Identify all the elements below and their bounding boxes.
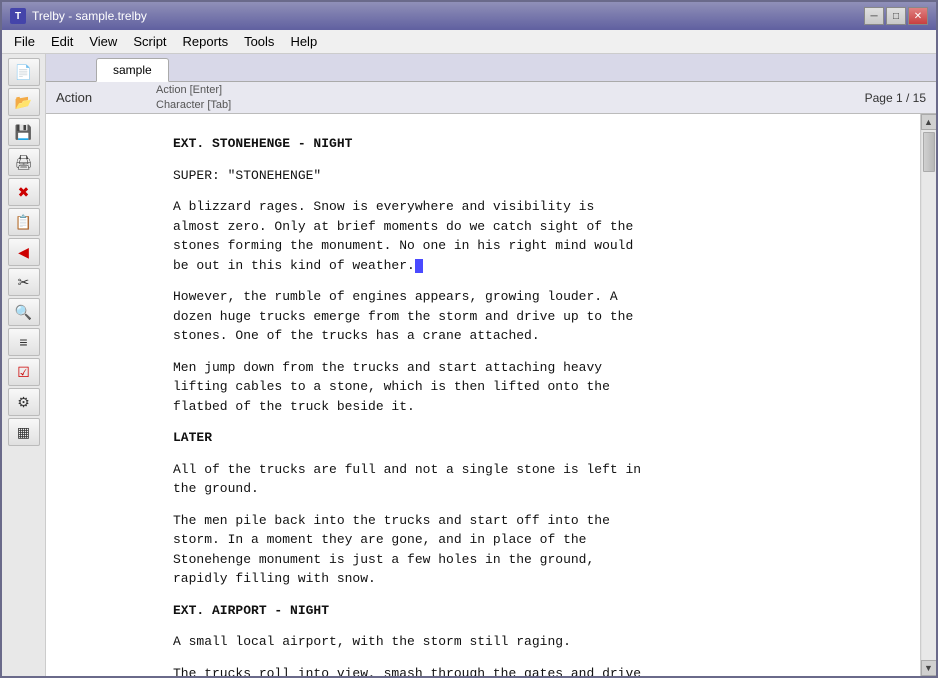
script-line-7: The men pile back into the trucks and st… (173, 511, 793, 589)
menu-item-edit[interactable]: Edit (43, 32, 81, 51)
main-window: T Trelby - sample.trelby ─ □ ✕ FileEditV… (0, 0, 938, 678)
scroll-up-button[interactable]: ▲ (921, 114, 937, 130)
scroll-down-button[interactable]: ▼ (921, 660, 937, 676)
editor-content[interactable]: EXT. STONEHENGE - NIGHT SUPER: "STONEHENG… (46, 114, 920, 676)
shortcuts-info: Action [Enter] Character [Tab] (156, 83, 231, 112)
window-title: Trelby - sample.trelby (32, 9, 864, 23)
open-doc[interactable]: 📂 (8, 88, 40, 116)
app-icon: T (10, 8, 26, 24)
maximize-button[interactable]: □ (886, 7, 906, 25)
close-button[interactable]: ✕ (908, 7, 928, 25)
minimize-button[interactable]: ─ (864, 7, 884, 25)
body-area: 📄📂💾🖨✖📋◀✂🔍≡☑⚙▦ sample Action Action [Ente… (2, 54, 936, 676)
editor-content-wrapper: EXT. STONEHENGE - NIGHT SUPER: "STONEHENG… (46, 114, 936, 676)
menu-item-help[interactable]: Help (282, 32, 325, 51)
text-cursor (415, 259, 423, 273)
menu-item-reports[interactable]: Reports (175, 32, 237, 51)
tab-bar: sample (46, 54, 936, 82)
script-line-1: SUPER: "STONEHENGE" (173, 166, 793, 186)
scroll-thumb[interactable] (923, 132, 935, 172)
left-toolbar: 📄📂💾🖨✖📋◀✂🔍≡☑⚙▦ (2, 54, 46, 676)
script-line-6: All of the trucks are full and not a sin… (173, 460, 793, 499)
script-line-5: LATER (173, 428, 793, 448)
save-doc[interactable]: 💾 (8, 118, 40, 146)
menu-bar: FileEditViewScriptReportsToolsHelp (2, 30, 936, 54)
scrollbar: ▲ ▼ (920, 114, 936, 676)
script-line-8: EXT. AIRPORT - NIGHT (173, 601, 793, 621)
list-btn[interactable]: ≡ (8, 328, 40, 356)
red-arrow-btn[interactable]: ◀ (8, 238, 40, 266)
print-doc[interactable]: 🖨 (8, 148, 40, 176)
window-controls: ─ □ ✕ (864, 7, 928, 25)
script-page: EXT. STONEHENGE - NIGHT SUPER: "STONEHENG… (173, 134, 793, 676)
checklist-btn[interactable]: ☑ (8, 358, 40, 386)
scroll-track[interactable] (922, 130, 936, 660)
menu-item-view[interactable]: View (81, 32, 125, 51)
script-line-3: However, the rumble of engines appears, … (173, 287, 793, 346)
page-info: Page 1 / 15 (865, 91, 926, 105)
script-line-4: Men jump down from the trucks and start … (173, 358, 793, 417)
menu-item-file[interactable]: File (6, 32, 43, 51)
menu-item-script[interactable]: Script (125, 32, 174, 51)
settings-btn[interactable]: ⚙ (8, 388, 40, 416)
tab-sample[interactable]: sample (96, 58, 169, 82)
grid-btn[interactable]: ▦ (8, 418, 40, 446)
element-type-label: Action (56, 90, 136, 105)
format-btn[interactable]: 📋 (8, 208, 40, 236)
delete-btn[interactable]: ✖ (8, 178, 40, 206)
title-bar: T Trelby - sample.trelby ─ □ ✕ (2, 2, 936, 30)
editor-area: sample Action Action [Enter] Character [… (46, 54, 936, 676)
script-line-0: EXT. STONEHENGE - NIGHT (173, 134, 793, 154)
new-doc[interactable]: 📄 (8, 58, 40, 86)
status-bar: Action Action [Enter] Character [Tab] Pa… (46, 82, 936, 114)
script-line-10: The trucks roll into view, smash through… (173, 664, 793, 677)
script-line-9: A small local airport, with the storm st… (173, 632, 793, 652)
search-btn[interactable]: 🔍 (8, 298, 40, 326)
menu-item-tools[interactable]: Tools (236, 32, 282, 51)
cut-btn[interactable]: ✂ (8, 268, 40, 296)
script-line-2: A blizzard rages. Snow is everywhere and… (173, 197, 793, 275)
